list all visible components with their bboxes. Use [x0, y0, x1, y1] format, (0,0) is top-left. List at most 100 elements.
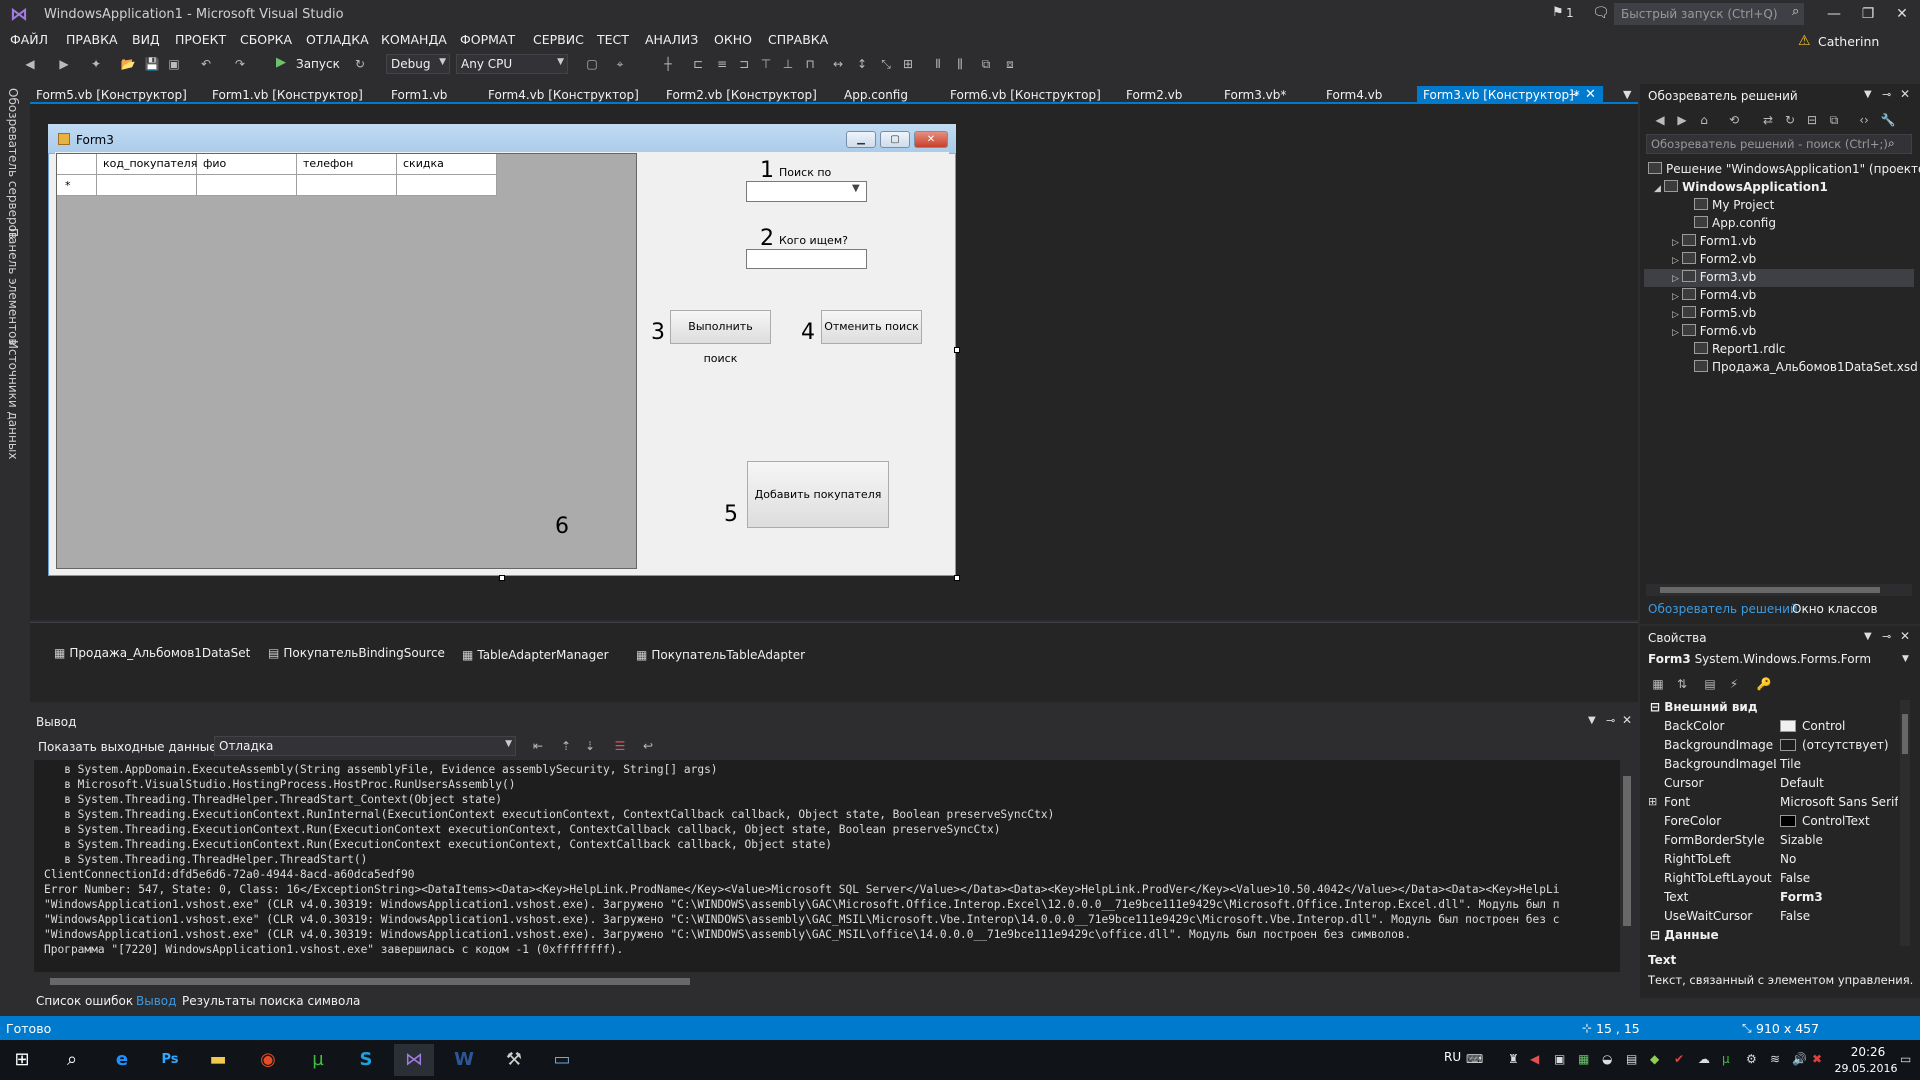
alphabetical-icon[interactable]: ⇅ [1674, 676, 1690, 692]
tray-app-icon[interactable]: ✖ [1812, 1052, 1822, 1066]
search-icon[interactable]: ⌕ [52, 1044, 92, 1076]
prop-value[interactable]: Default [1780, 776, 1898, 790]
prev-message-icon[interactable]: ⇡ [558, 738, 574, 754]
align-left-icon[interactable]: ⊏ [690, 56, 706, 72]
grid-column-header[interactable]: фио [197, 154, 297, 175]
close-button[interactable]: ✕ [1888, 4, 1916, 24]
clear-all-icon[interactable]: ☰ [612, 738, 628, 754]
menu-debug[interactable]: ОТЛАДКА [306, 32, 369, 47]
pin-icon[interactable]: ⊸ [1569, 88, 1578, 101]
collapse-all-icon[interactable]: ⊟ [1804, 112, 1820, 128]
user-account[interactable]: Catherinn [1818, 34, 1879, 49]
side-tab-server-explorer[interactable]: Обозреватель серверов [6, 88, 20, 239]
back-icon[interactable]: ◀ [1652, 112, 1668, 128]
solution-search-input[interactable]: Обозреватель решений - поиск (Ctrl+;) [1646, 134, 1912, 154]
menu-tools[interactable]: СЕРВИС [533, 32, 584, 47]
tray-app-icon[interactable]: ▦ [1578, 1052, 1589, 1066]
tray-app-icon[interactable]: ♜ [1508, 1052, 1519, 1066]
wifi-icon[interactable]: ≋ [1770, 1052, 1780, 1066]
back-icon[interactable]: ◀ [22, 56, 38, 72]
tab-output[interactable]: Вывод [136, 994, 176, 1008]
tray-app-icon[interactable]: µ [1722, 1052, 1730, 1066]
sync-icon[interactable]: ⇄ [1760, 112, 1776, 128]
side-tab-toolbox[interactable]: Панель элементов [6, 228, 20, 346]
tree-item-form3[interactable]: ▷ Form3.vb [1672, 270, 1756, 284]
visual-studio-taskbar-icon[interactable]: ⋈ [394, 1044, 434, 1076]
prop-value[interactable]: ControlText [1780, 814, 1898, 828]
action-center-icon[interactable]: ▭ [1900, 1052, 1911, 1066]
save-all-icon[interactable]: ▣ [166, 56, 182, 72]
menu-help[interactable]: СПРАВКА [768, 32, 828, 47]
tab-list-dropdown-icon[interactable]: ▼ [1623, 88, 1631, 101]
events-icon[interactable]: ⚡ [1726, 676, 1742, 692]
spacing-icon[interactable]: ⊞ [900, 56, 916, 72]
prop-name[interactable]: Font [1664, 795, 1776, 809]
resize-handle-right[interactable] [954, 347, 960, 353]
undo-icon[interactable]: ↶ [198, 56, 214, 72]
next-message-icon[interactable]: ⇣ [582, 738, 598, 754]
properties-category-appearance[interactable]: ⊟ Внешний вид [1650, 700, 1758, 714]
tree-item-form4[interactable]: ▷ Form4.vb [1672, 288, 1756, 302]
expand-icon[interactable]: ⊞ [1648, 795, 1657, 808]
prop-name[interactable]: ForeColor [1664, 814, 1776, 828]
tray-app-icon[interactable]: ◀ [1530, 1052, 1539, 1066]
prop-name[interactable]: BackColor [1664, 719, 1776, 733]
tray-app-icon[interactable]: ⚙ [1746, 1052, 1757, 1066]
properties-category-data[interactable]: ⊟ Данные [1650, 928, 1719, 942]
prop-value[interactable]: Tile [1780, 757, 1898, 771]
start-button[interactable]: Запуск [296, 57, 340, 71]
menu-file[interactable]: ФАЙЛ [10, 32, 48, 47]
grid-column-header[interactable]: код_покупателя [97, 154, 197, 175]
word-icon[interactable]: W [444, 1044, 484, 1076]
horizontal-spacing-icon[interactable]: ⫴ [930, 56, 946, 72]
output-vertical-scroll-thumb[interactable] [1623, 776, 1631, 926]
quick-launch-input[interactable]: Быстрый запуск (Ctrl+Q) [1614, 3, 1804, 25]
align-middle-icon[interactable]: ⊥ [780, 56, 796, 72]
utorrent-icon[interactable]: µ [298, 1044, 338, 1076]
tree-item-form6[interactable]: ▷ Form6.vb [1672, 324, 1756, 338]
do-search-button[interactable]: Выполнить поиск [670, 310, 771, 365]
tray-app-icon[interactable]: ◆ [1650, 1052, 1659, 1066]
tab-solution-explorer[interactable]: Обозреватель решений [1648, 602, 1798, 616]
attach-icon[interactable]: ▢ [584, 56, 600, 72]
vertical-spacing-icon[interactable]: ⫼ [952, 56, 968, 72]
tray-table-adapter[interactable]: ▦ ПокупательTableAdapter [636, 648, 805, 662]
menu-team[interactable]: КОМАНДА [381, 32, 447, 47]
platform-select[interactable]: Any CPU ▼ [456, 54, 568, 74]
prop-name[interactable]: RightToLeftLayout [1664, 871, 1776, 885]
tab-form4-designer[interactable]: Form4.vb [Конструктор] [482, 86, 645, 104]
tab-form3-code[interactable]: Form3.vb* [1218, 86, 1292, 104]
tab-find-symbol-results[interactable]: Результаты поиска символа [182, 994, 360, 1008]
warning-icon[interactable]: ⚠ [1798, 33, 1811, 49]
tree-item-form1[interactable]: ▷ Form1.vb [1672, 234, 1756, 248]
output-horizontal-scroll-thumb[interactable] [50, 978, 690, 985]
chevron-down-icon[interactable]: ▼ [852, 183, 860, 194]
cloud-icon[interactable]: ☁ [1698, 1052, 1710, 1066]
resize-handle-bottom[interactable] [499, 575, 505, 581]
input-language[interactable]: RU [1444, 1050, 1461, 1064]
output-text[interactable]: в System.AppDomain.ExecuteAssembly(Strin… [34, 760, 1620, 972]
tab-error-list[interactable]: Список ошибок [36, 994, 133, 1008]
chrome-icon[interactable]: ◉ [248, 1044, 288, 1076]
menu-build[interactable]: СБОРКА [240, 32, 292, 47]
prop-value[interactable]: False [1780, 871, 1898, 885]
refresh-icon[interactable]: ↻ [1782, 112, 1798, 128]
send-back-icon[interactable]: ⧈ [1002, 56, 1018, 72]
tab-form2-code[interactable]: Form2.vb [1120, 86, 1188, 104]
volume-icon[interactable]: 🔊 [1792, 1052, 1807, 1066]
add-customer-button[interactable]: Добавить покупателя [747, 461, 889, 528]
prop-name[interactable]: BackgroundImage [1664, 738, 1776, 752]
redo-icon[interactable]: ↷ [232, 56, 248, 72]
close-icon[interactable]: ✕ [1585, 87, 1596, 102]
forward-icon[interactable]: ▶ [56, 56, 72, 72]
clock-time[interactable]: 20:26 [1838, 1045, 1898, 1059]
prop-value[interactable]: Sizable [1780, 833, 1898, 847]
resize-handle-corner[interactable] [954, 575, 960, 581]
tray-dataset[interactable]: ▦ Продажа_Альбомов1DataSet [54, 646, 250, 660]
bring-front-icon[interactable]: ⧉ [978, 56, 994, 72]
tray-table-adapter-manager[interactable]: ▦ TableAdapterManager [462, 648, 609, 662]
menu-test[interactable]: ТЕСТ [597, 32, 629, 47]
prop-name[interactable]: Text [1664, 890, 1776, 904]
window-app-icon[interactable]: ▭ [542, 1044, 582, 1076]
menu-view[interactable]: ВИД [132, 32, 160, 47]
